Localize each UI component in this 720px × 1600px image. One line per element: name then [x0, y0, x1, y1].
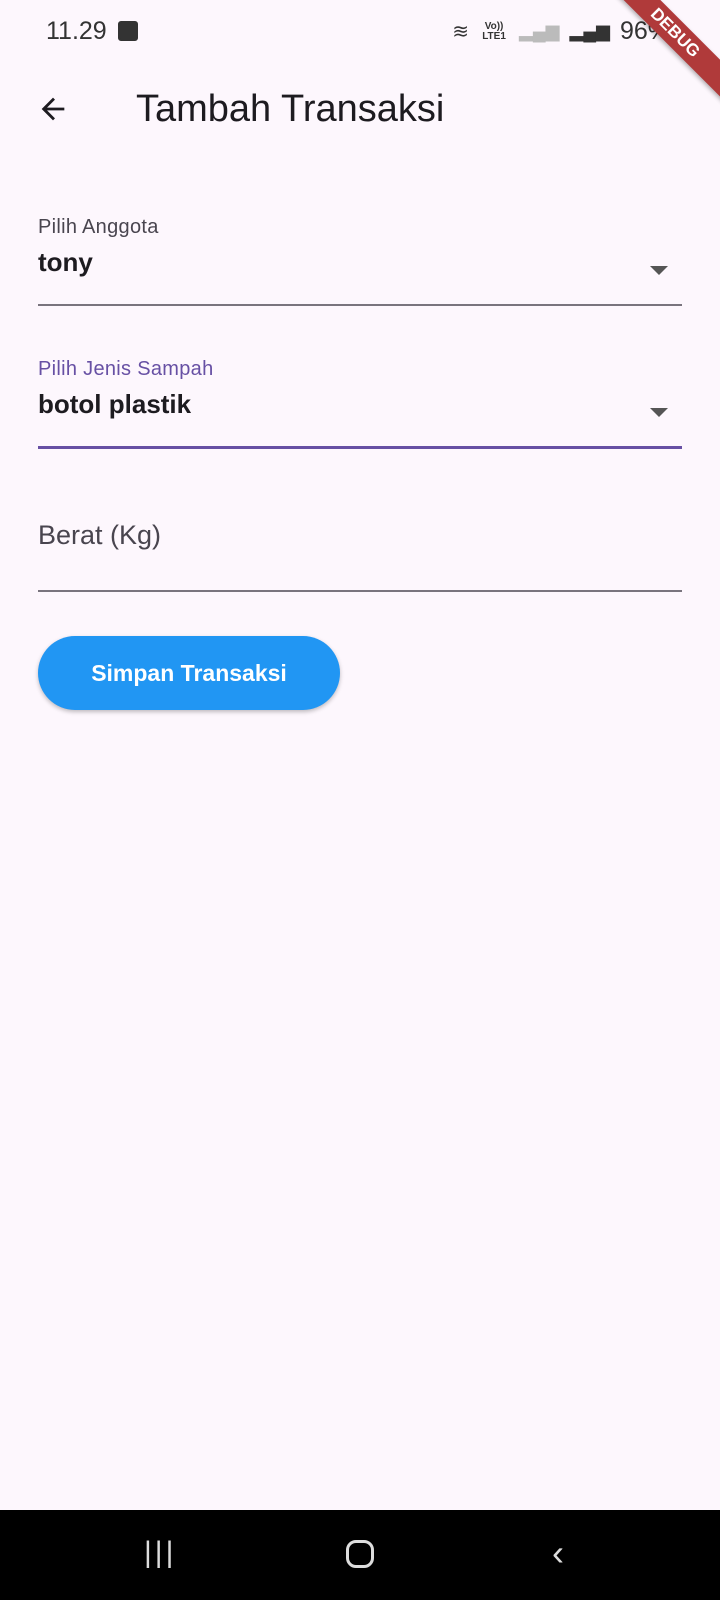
- back-nav-icon[interactable]: ‹: [552, 1532, 564, 1574]
- status-bar: 11.29 ≋ Vo)) LTE1 ▂▄▆ ▂▄▆ 96% DEBUG: [0, 0, 720, 106]
- network-label: Vo)) LTE1: [482, 20, 506, 42]
- waste-type-value: botol plastik: [38, 389, 192, 419]
- signal-icon-2: ▂▄▆: [569, 21, 610, 41]
- status-time: 11.29: [46, 17, 107, 45]
- recent-apps-icon[interactable]: |||: [144, 1536, 176, 1570]
- underline-focused: [38, 446, 682, 449]
- home-icon[interactable]: [346, 1540, 374, 1568]
- weight-placeholder: Berat (Kg): [38, 520, 162, 550]
- signal-icon: ▂▄▆: [519, 21, 560, 41]
- member-dropdown[interactable]: Pilih Anggota tony: [38, 216, 682, 308]
- save-transaction-button[interactable]: Simpan Transaksi: [38, 636, 340, 710]
- dropdown-arrow-icon: [650, 266, 668, 275]
- page-title: Tambah Transaksi: [136, 88, 445, 130]
- wifi-icon: ≋: [452, 21, 470, 43]
- underline: [38, 304, 682, 306]
- waste-type-dropdown[interactable]: Pilih Jenis Sampah botol plastik: [38, 358, 682, 450]
- weight-input[interactable]: Berat (Kg): [38, 520, 682, 592]
- dropdown-arrow-icon: [650, 408, 668, 417]
- member-label: Pilih Anggota: [38, 216, 159, 238]
- member-value: tony: [38, 247, 93, 277]
- underline: [38, 590, 682, 592]
- image-notification-icon: [118, 21, 138, 41]
- arrow-back-icon[interactable]: [36, 92, 70, 126]
- system-nav-bar: ||| ‹: [0, 1510, 720, 1600]
- debug-banner: DEBUG: [602, 0, 720, 106]
- waste-type-label: Pilih Jenis Sampah: [38, 358, 214, 380]
